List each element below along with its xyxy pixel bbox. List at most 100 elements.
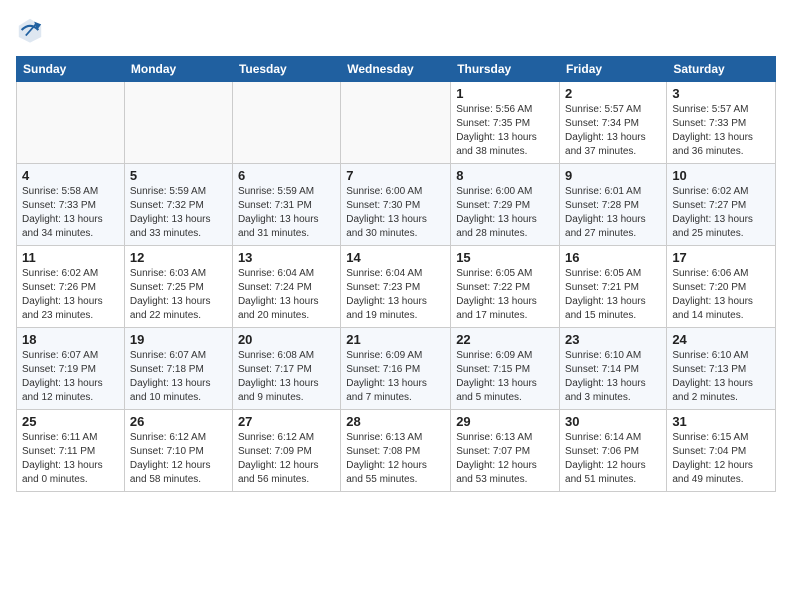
week-row-3: 11 Sunrise: 6:02 AM Sunset: 7:26 PM Dayli… bbox=[17, 246, 776, 328]
week-row-5: 25 Sunrise: 6:11 AM Sunset: 7:11 PM Dayli… bbox=[17, 410, 776, 492]
calendar-cell: 7 Sunrise: 6:00 AM Sunset: 7:30 PM Daylig… bbox=[341, 164, 451, 246]
calendar-cell: 15 Sunrise: 6:05 AM Sunset: 7:22 PM Dayli… bbox=[451, 246, 560, 328]
calendar-cell bbox=[341, 82, 451, 164]
day-info: Sunrise: 6:00 AM Sunset: 7:30 PM Dayligh… bbox=[346, 185, 445, 241]
calendar-cell: 8Sunrise: 6:00 AM Sunset: 7:29 PM Daylig… bbox=[451, 164, 560, 246]
day-number: 31 bbox=[672, 414, 770, 429]
day-number: 27 bbox=[238, 414, 335, 429]
day-info: Sunrise: 6:05 AM Sunset: 7:21 PM Dayligh… bbox=[565, 267, 661, 323]
day-number: 15 bbox=[456, 250, 554, 265]
weekday-header-thursday: Thursday bbox=[451, 57, 560, 82]
day-info: Sunrise: 6:14 AM Sunset: 7:06 PM Dayligh… bbox=[565, 431, 661, 487]
day-info: Sunrise: 6:13 AM Sunset: 7:08 PM Dayligh… bbox=[346, 431, 445, 487]
day-number: 10 bbox=[672, 168, 770, 183]
calendar-cell bbox=[17, 82, 125, 164]
calendar-cell: 29 Sunrise: 6:13 AM Sunset: 7:07 PM Dayli… bbox=[451, 410, 560, 492]
weekday-header-tuesday: Tuesday bbox=[232, 57, 340, 82]
logo bbox=[16, 16, 48, 44]
day-number: 9 bbox=[565, 168, 661, 183]
day-info: Sunrise: 6:05 AM Sunset: 7:22 PM Dayligh… bbox=[456, 267, 554, 323]
day-info: Sunrise: 6:09 AM Sunset: 7:15 PM Dayligh… bbox=[456, 349, 554, 405]
day-info: Sunrise: 6:03 AM Sunset: 7:25 PM Dayligh… bbox=[130, 267, 227, 323]
day-info: Sunrise: 5:57 AM Sunset: 7:33 PM Dayligh… bbox=[672, 103, 770, 159]
day-number: 21 bbox=[346, 332, 445, 347]
day-info: Sunrise: 6:09 AM Sunset: 7:16 PM Dayligh… bbox=[346, 349, 445, 405]
weekday-header-wednesday: Wednesday bbox=[341, 57, 451, 82]
calendar-cell: 10 Sunrise: 6:02 AM Sunset: 7:27 PM Dayli… bbox=[667, 164, 776, 246]
day-info: Sunrise: 6:04 AM Sunset: 7:23 PM Dayligh… bbox=[346, 267, 445, 323]
calendar-cell: 25 Sunrise: 6:11 AM Sunset: 7:11 PM Dayli… bbox=[17, 410, 125, 492]
day-info: Sunrise: 6:10 AM Sunset: 7:14 PM Dayligh… bbox=[565, 349, 661, 405]
calendar-cell: 26 Sunrise: 6:12 AM Sunset: 7:10 PM Dayli… bbox=[124, 410, 232, 492]
week-row-1: 1Sunrise: 5:56 AM Sunset: 7:35 PM Daylig… bbox=[17, 82, 776, 164]
day-number: 30 bbox=[565, 414, 661, 429]
calendar-cell: 19 Sunrise: 6:07 AM Sunset: 7:18 PM Dayli… bbox=[124, 328, 232, 410]
calendar-cell: 28 Sunrise: 6:13 AM Sunset: 7:08 PM Dayli… bbox=[341, 410, 451, 492]
calendar: SundayMondayTuesdayWednesdayThursdayFrid… bbox=[16, 56, 776, 492]
day-info: Sunrise: 6:00 AM Sunset: 7:29 PM Dayligh… bbox=[456, 185, 554, 241]
calendar-cell: 27 Sunrise: 6:12 AM Sunset: 7:09 PM Dayli… bbox=[232, 410, 340, 492]
day-number: 13 bbox=[238, 250, 335, 265]
day-number: 25 bbox=[22, 414, 119, 429]
calendar-cell: 13 Sunrise: 6:04 AM Sunset: 7:24 PM Dayli… bbox=[232, 246, 340, 328]
day-info: Sunrise: 5:59 AM Sunset: 7:31 PM Dayligh… bbox=[238, 185, 335, 241]
day-info: Sunrise: 5:58 AM Sunset: 7:33 PM Dayligh… bbox=[22, 185, 119, 241]
week-row-2: 4 Sunrise: 5:58 AM Sunset: 7:33 PM Daylig… bbox=[17, 164, 776, 246]
day-number: 28 bbox=[346, 414, 445, 429]
day-number: 7 bbox=[346, 168, 445, 183]
day-number: 20 bbox=[238, 332, 335, 347]
weekday-header-row: SundayMondayTuesdayWednesdayThursdayFrid… bbox=[17, 57, 776, 82]
day-info: Sunrise: 6:13 AM Sunset: 7:07 PM Dayligh… bbox=[456, 431, 554, 487]
day-number: 14 bbox=[346, 250, 445, 265]
day-number: 11 bbox=[22, 250, 119, 265]
day-info: Sunrise: 6:10 AM Sunset: 7:13 PM Dayligh… bbox=[672, 349, 770, 405]
day-number: 5 bbox=[130, 168, 227, 183]
header bbox=[16, 16, 776, 44]
day-info: Sunrise: 6:04 AM Sunset: 7:24 PM Dayligh… bbox=[238, 267, 335, 323]
calendar-cell: 16 Sunrise: 6:05 AM Sunset: 7:21 PM Dayli… bbox=[560, 246, 667, 328]
calendar-cell: 2 Sunrise: 5:57 AM Sunset: 7:34 PM Daylig… bbox=[560, 82, 667, 164]
day-number: 16 bbox=[565, 250, 661, 265]
calendar-cell: 18Sunrise: 6:07 AM Sunset: 7:19 PM Dayli… bbox=[17, 328, 125, 410]
calendar-cell bbox=[124, 82, 232, 164]
day-info: Sunrise: 6:12 AM Sunset: 7:10 PM Dayligh… bbox=[130, 431, 227, 487]
day-number: 26 bbox=[130, 414, 227, 429]
weekday-header-sunday: Sunday bbox=[17, 57, 125, 82]
day-info: Sunrise: 6:11 AM Sunset: 7:11 PM Dayligh… bbox=[22, 431, 119, 487]
weekday-header-saturday: Saturday bbox=[667, 57, 776, 82]
day-number: 2 bbox=[565, 86, 661, 101]
day-info: Sunrise: 6:08 AM Sunset: 7:17 PM Dayligh… bbox=[238, 349, 335, 405]
day-number: 29 bbox=[456, 414, 554, 429]
calendar-cell: 3Sunrise: 5:57 AM Sunset: 7:33 PM Daylig… bbox=[667, 82, 776, 164]
calendar-cell: 22Sunrise: 6:09 AM Sunset: 7:15 PM Dayli… bbox=[451, 328, 560, 410]
calendar-cell: 6 Sunrise: 5:59 AM Sunset: 7:31 PM Daylig… bbox=[232, 164, 340, 246]
weekday-header-monday: Monday bbox=[124, 57, 232, 82]
day-info: Sunrise: 6:06 AM Sunset: 7:20 PM Dayligh… bbox=[672, 267, 770, 323]
calendar-cell bbox=[232, 82, 340, 164]
day-number: 1 bbox=[456, 86, 554, 101]
calendar-cell: 31Sunrise: 6:15 AM Sunset: 7:04 PM Dayli… bbox=[667, 410, 776, 492]
day-info: Sunrise: 5:57 AM Sunset: 7:34 PM Dayligh… bbox=[565, 103, 661, 159]
calendar-cell: 14 Sunrise: 6:04 AM Sunset: 7:23 PM Dayli… bbox=[341, 246, 451, 328]
weekday-header-friday: Friday bbox=[560, 57, 667, 82]
calendar-cell: 20 Sunrise: 6:08 AM Sunset: 7:17 PM Dayli… bbox=[232, 328, 340, 410]
calendar-cell: 23 Sunrise: 6:10 AM Sunset: 7:14 PM Dayli… bbox=[560, 328, 667, 410]
day-info: Sunrise: 6:01 AM Sunset: 7:28 PM Dayligh… bbox=[565, 185, 661, 241]
calendar-cell: 11 Sunrise: 6:02 AM Sunset: 7:26 PM Dayli… bbox=[17, 246, 125, 328]
day-number: 6 bbox=[238, 168, 335, 183]
week-row-4: 18Sunrise: 6:07 AM Sunset: 7:19 PM Dayli… bbox=[17, 328, 776, 410]
calendar-cell: 1Sunrise: 5:56 AM Sunset: 7:35 PM Daylig… bbox=[451, 82, 560, 164]
calendar-cell: 5Sunrise: 5:59 AM Sunset: 7:32 PM Daylig… bbox=[124, 164, 232, 246]
logo-icon bbox=[16, 16, 44, 44]
day-info: Sunrise: 6:02 AM Sunset: 7:26 PM Dayligh… bbox=[22, 267, 119, 323]
day-number: 12 bbox=[130, 250, 227, 265]
day-info: Sunrise: 6:07 AM Sunset: 7:18 PM Dayligh… bbox=[130, 349, 227, 405]
day-number: 4 bbox=[22, 168, 119, 183]
day-number: 19 bbox=[130, 332, 227, 347]
day-info: Sunrise: 6:07 AM Sunset: 7:19 PM Dayligh… bbox=[22, 349, 119, 405]
day-info: Sunrise: 6:02 AM Sunset: 7:27 PM Dayligh… bbox=[672, 185, 770, 241]
day-number: 23 bbox=[565, 332, 661, 347]
day-info: Sunrise: 6:12 AM Sunset: 7:09 PM Dayligh… bbox=[238, 431, 335, 487]
calendar-cell: 21 Sunrise: 6:09 AM Sunset: 7:16 PM Dayli… bbox=[341, 328, 451, 410]
calendar-cell: 30 Sunrise: 6:14 AM Sunset: 7:06 PM Dayli… bbox=[560, 410, 667, 492]
